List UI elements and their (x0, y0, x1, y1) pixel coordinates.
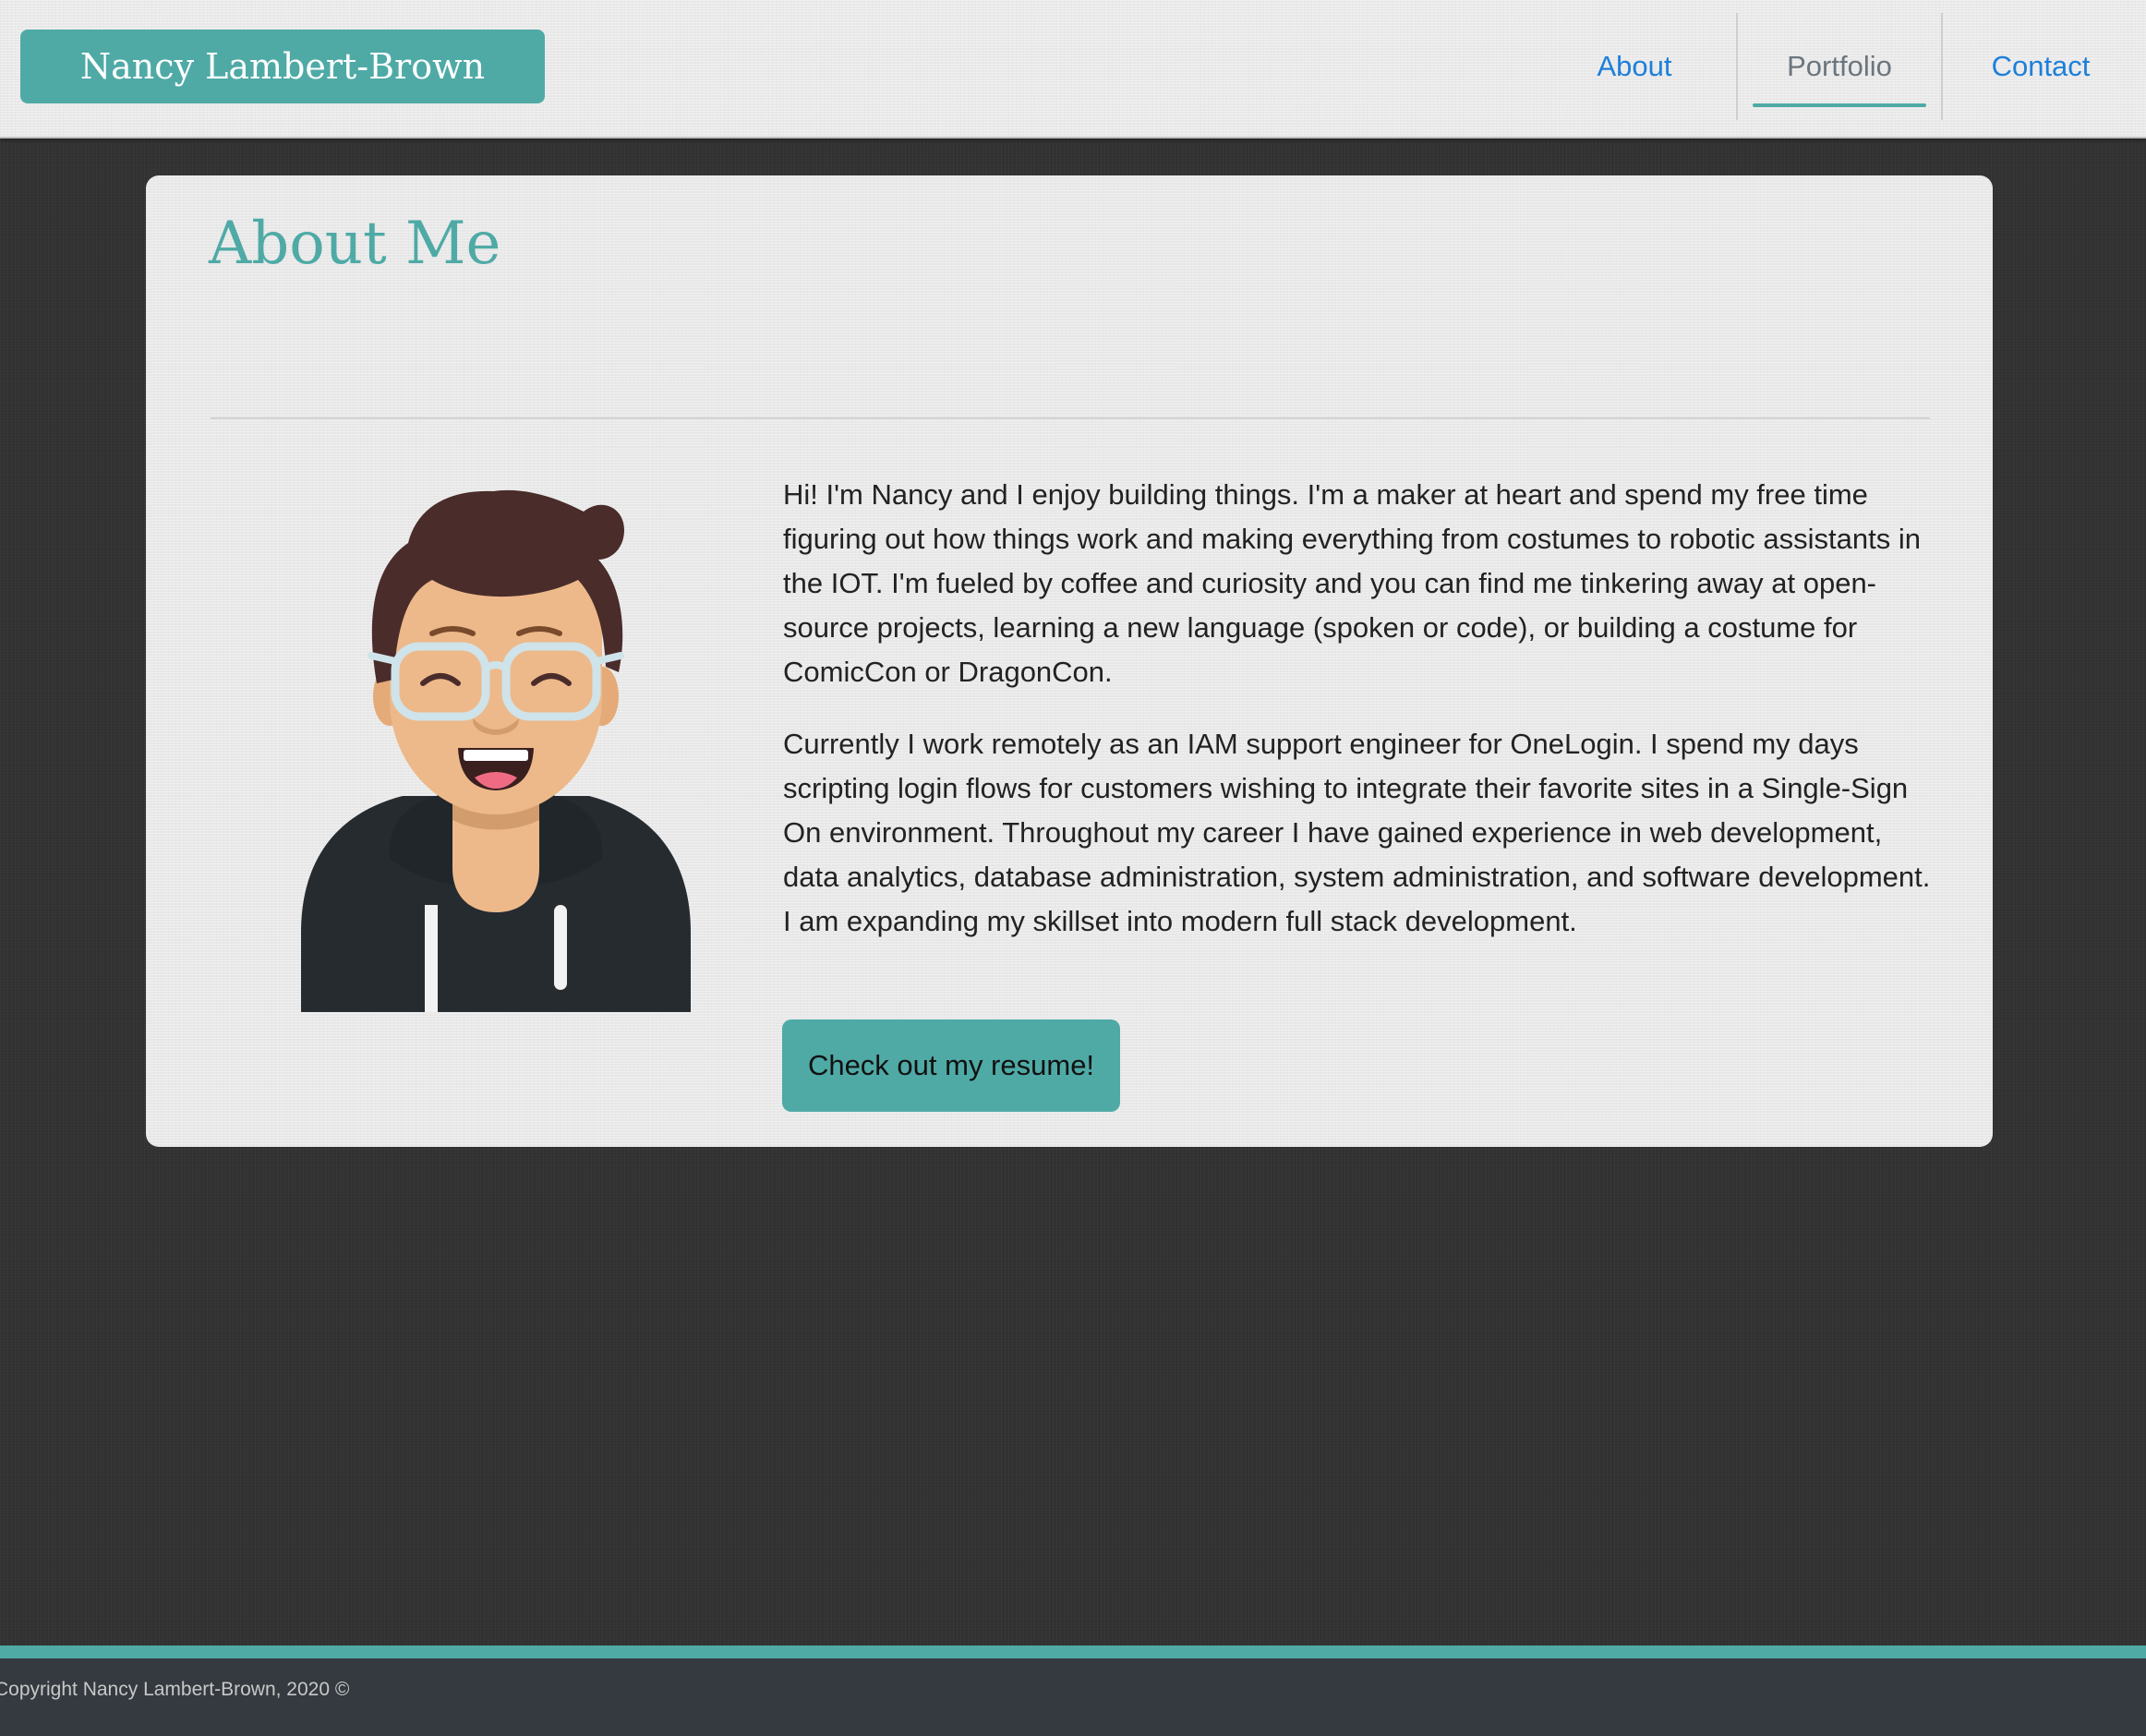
footer-accent-stripe (0, 1646, 2146, 1658)
nav-contact-link[interactable]: Contact (1943, 13, 2146, 120)
copyright-text: Copyright Nancy Lambert-Brown, 2020 © (0, 1679, 350, 1700)
about-card: About Me Hi! I'm Nancy and I enjoy build… (146, 175, 1993, 1147)
nav-about-link[interactable]: About (1533, 13, 1736, 120)
resume-button[interactable]: Check out my resume! (782, 1019, 1120, 1112)
avatar-illustration-icon (301, 489, 691, 1012)
site-header: Nancy Lambert-Brown About Portfolio Cont… (0, 0, 2146, 139)
page-title: About Me (209, 210, 501, 278)
brand-button[interactable]: Nancy Lambert-Brown (20, 30, 545, 103)
active-nav-indicator (1753, 103, 1926, 107)
site-footer: Copyright Nancy Lambert-Brown, 2020 © (0, 1658, 2146, 1736)
bio-paragraph-2: Currently I work remotely as an IAM supp… (783, 728, 1931, 937)
nav-portfolio-label: Portfolio (1787, 50, 1892, 82)
bio-paragraph-1: Hi! I'm Nancy and I enjoy building thing… (783, 478, 1921, 688)
nav-portfolio-link[interactable]: Portfolio (1736, 13, 1943, 120)
divider (211, 417, 1930, 419)
main-nav: About Portfolio Contact (1533, 13, 2146, 120)
bio-text: Hi! I'm Nancy and I enjoy building thing… (783, 473, 1937, 971)
